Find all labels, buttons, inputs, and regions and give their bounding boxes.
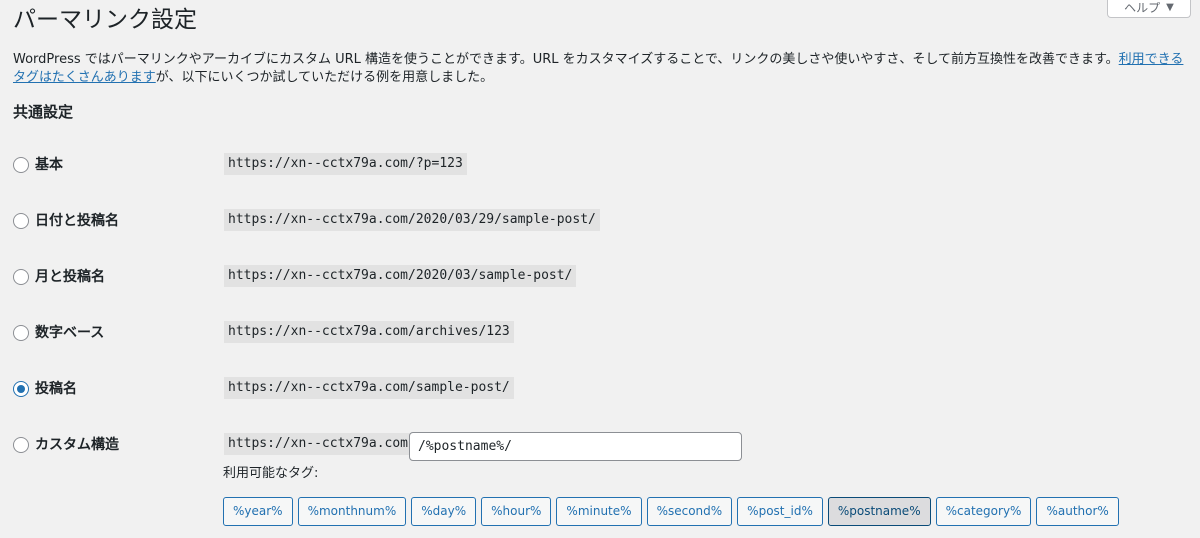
tag-button-day[interactable]: %day% <box>411 497 477 526</box>
tag-button-category[interactable]: %category% <box>935 497 1032 526</box>
option-label-numeric[interactable]: 数字ベース <box>35 324 104 342</box>
tag-button-postname[interactable]: %postname% <box>827 497 931 526</box>
available-tags-list: %year% %monthnum% %day% %hour% %minute% … <box>223 497 1119 526</box>
url-example-plain: https://xn--cctx79a.com/?p=123 <box>224 153 467 175</box>
available-tags-label: 利用可能なタグ: <box>223 466 319 481</box>
radio-post-name[interactable] <box>13 381 29 397</box>
radio-numeric[interactable] <box>13 325 29 341</box>
url-example-month-and-name: https://xn--cctx79a.com/2020/03/sample-p… <box>224 265 577 287</box>
option-label-custom-structure[interactable]: カスタム構造 <box>35 436 119 454</box>
section-title-common-settings: 共通設定 <box>13 103 74 121</box>
url-example-day-and-name: https://xn--cctx79a.com/2020/03/29/sampl… <box>224 209 600 231</box>
custom-structure-input[interactable]: /%postname%/ <box>409 432 742 461</box>
intro-description-after: が、以下にいくつか試していただける例を用意しました。 <box>155 70 494 85</box>
url-example-post-name: https://xn--cctx79a.com/sample-post/ <box>224 377 514 399</box>
tag-button-post-id[interactable]: %post_id% <box>737 497 823 526</box>
option-label-plain[interactable]: 基本 <box>35 156 63 174</box>
option-numeric: 数字ベース https://xn--cctx79a.com/archives/1… <box>13 321 813 344</box>
tag-button-minute[interactable]: %minute% <box>556 497 642 526</box>
option-label-post-name[interactable]: 投稿名 <box>35 380 77 398</box>
tag-button-monthnum[interactable]: %monthnum% <box>297 497 407 526</box>
option-day-and-name: 日付と投稿名 https://xn--cctx79a.com/2020/03/2… <box>13 209 813 232</box>
chevron-down-icon: ▼ <box>1166 2 1174 13</box>
tag-button-hour[interactable]: %hour% <box>481 497 552 526</box>
url-prefix-custom: https://xn--cctx79a.com <box>224 433 413 455</box>
tag-button-second[interactable]: %second% <box>646 497 733 526</box>
tag-button-author[interactable]: %author% <box>1036 497 1119 526</box>
radio-plain[interactable] <box>13 157 29 173</box>
tag-button-year[interactable]: %year% <box>223 497 293 526</box>
radio-day-and-name[interactable] <box>13 213 29 229</box>
intro-description: WordPress ではパーマリンクやアーカイブにカスタム URL 構造を使うこ… <box>13 52 1119 67</box>
option-label-day-and-name[interactable]: 日付と投稿名 <box>35 212 119 230</box>
intro-text: WordPress ではパーマリンクやアーカイブにカスタム URL 構造を使うこ… <box>13 51 1193 87</box>
option-label-month-and-name[interactable]: 月と投稿名 <box>35 268 105 286</box>
option-post-name: 投稿名 https://xn--cctx79a.com/sample-post/ <box>13 377 813 400</box>
option-plain: 基本 https://xn--cctx79a.com/?p=123 <box>13 153 813 176</box>
option-month-and-name: 月と投稿名 https://xn--cctx79a.com/2020/03/sa… <box>13 265 813 288</box>
help-tab-button[interactable]: ヘルプ ▼ <box>1107 0 1191 18</box>
radio-month-and-name[interactable] <box>13 269 29 285</box>
page-title: パーマリンク設定 <box>13 7 197 33</box>
help-tab-label: ヘルプ <box>1124 1 1161 15</box>
radio-custom-structure[interactable] <box>13 437 29 453</box>
url-example-numeric: https://xn--cctx79a.com/archives/123 <box>224 321 514 343</box>
